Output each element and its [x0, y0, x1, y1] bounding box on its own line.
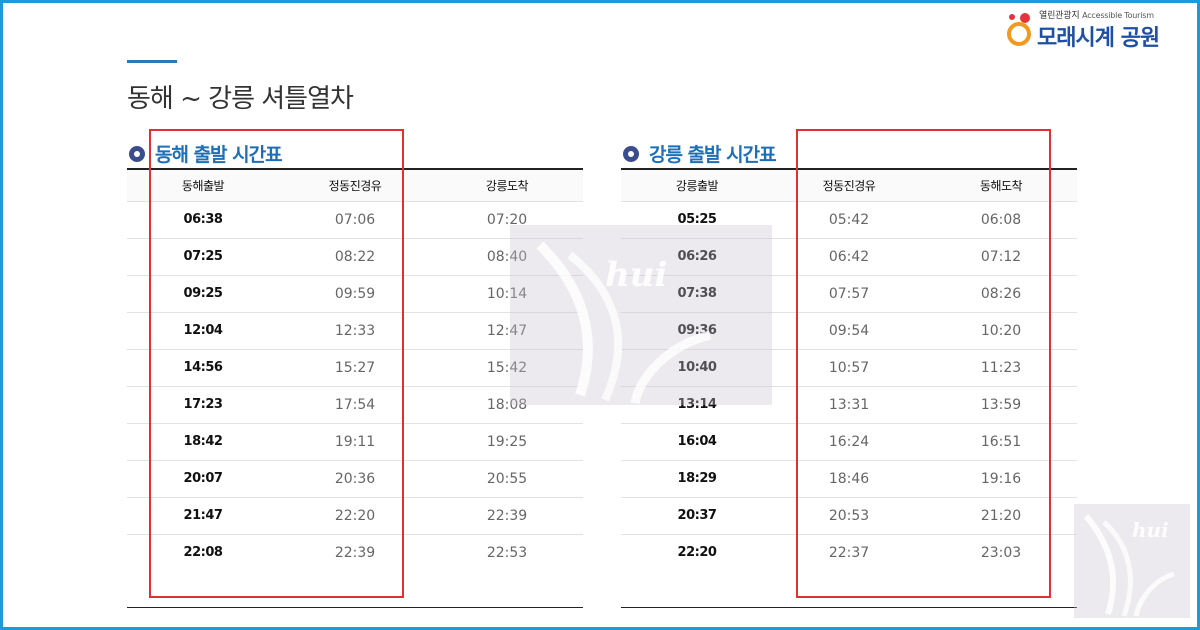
logo-mark-icon — [1007, 13, 1031, 46]
arrival-time-cell: 19:25 — [431, 423, 583, 461]
watermark: hui — [510, 225, 772, 405]
departure-time-cell: 20:37 — [621, 497, 773, 535]
departure-time-cell: 22:20 — [677, 545, 717, 561]
logo-tagline-en: Accessible Tourism — [1082, 11, 1154, 20]
section-title: 강릉 출발 시간표 — [649, 144, 777, 166]
title-accent-bar — [127, 60, 177, 63]
arrival-time-cell: 20:55 — [431, 460, 583, 498]
column-header: 강릉도착 — [431, 169, 583, 202]
column-header: 강릉출발 — [621, 169, 773, 202]
highlight-box-departure-column — [149, 129, 404, 598]
logo-name: 모래시계 공원 — [1037, 26, 1160, 51]
departure-time-cell: 16:04 — [621, 423, 773, 461]
page-title: 동해 ~ 강릉 셔틀열차 — [127, 84, 354, 114]
bullet-icon — [129, 146, 145, 162]
departure-time-cell: 18:29 — [621, 460, 773, 498]
arrival-time-cell: 22:53 — [486, 544, 528, 561]
arrival-time-cell: 22:39 — [431, 497, 583, 535]
watermark-text: hui — [605, 255, 668, 295]
bullet-icon — [623, 146, 639, 162]
watermark-text: hui — [1132, 518, 1169, 542]
logo: 열린관광지 Accessible Tourism 모래시계 공원 — [1003, 6, 1188, 51]
watermark-corner: hui — [1074, 504, 1190, 618]
highlight-box-via-column — [796, 129, 1051, 598]
watermark-swoosh-icon — [536, 241, 712, 405]
